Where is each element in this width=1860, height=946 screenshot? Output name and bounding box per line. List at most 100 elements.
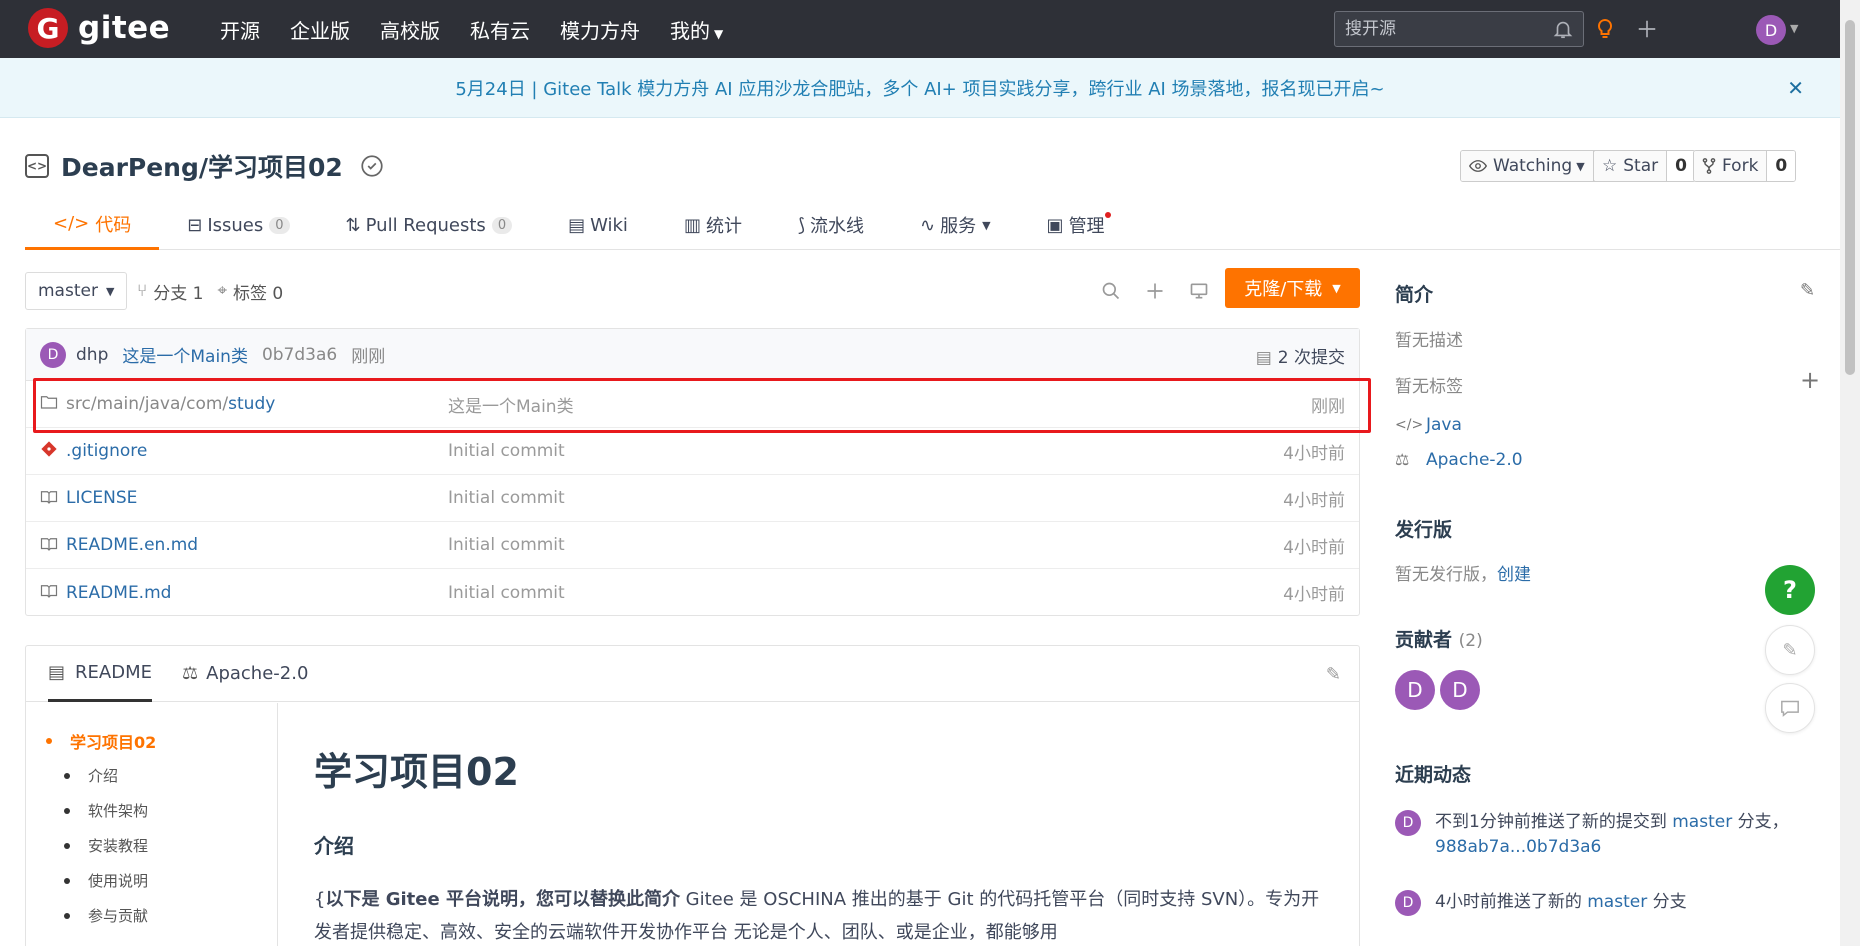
tab-manage[interactable]: ▣ 管理: [1019, 200, 1133, 250]
commit-count[interactable]: ▤ 2 次提交: [1256, 343, 1345, 368]
plus-icon[interactable]: [1632, 14, 1662, 44]
path-last[interactable]: study: [228, 394, 275, 414]
file-name[interactable]: src/main/java/com/study: [66, 394, 275, 414]
add-tag-icon[interactable]: +: [1800, 366, 1820, 394]
tab-pull-requests[interactable]: ⇅ Pull Requests 0: [318, 200, 541, 250]
tab-pipeline[interactable]: ⟆ 流水线: [770, 200, 892, 250]
tab-count: 0: [269, 216, 290, 234]
banner-text[interactable]: 5月24日 | Gitee Talk 模力方舟 AI 应用沙龙合肥站，多个 AI…: [455, 75, 1384, 101]
file-row[interactable]: src/main/java/com/study 这是一个Main类 刚刚: [26, 381, 1359, 428]
file-commit-message[interactable]: 这是一个Main类: [448, 392, 574, 417]
branch-link[interactable]: master: [1672, 812, 1732, 832]
branch-count[interactable]: 分支 1: [153, 279, 203, 304]
toc-item[interactable]: 学习项目02: [26, 723, 277, 758]
branch-link[interactable]: master: [1587, 892, 1647, 912]
tab-code[interactable]: </> 代码: [25, 200, 160, 250]
feedback-icon[interactable]: ✎: [1765, 625, 1815, 675]
star-control[interactable]: ☆ Star 0: [1593, 150, 1696, 182]
announcement-banner: 5月24日 | Gitee Talk 模力方舟 AI 应用沙龙合肥站，多个 AI…: [0, 58, 1840, 118]
no-description: 暂无描述: [1395, 331, 1463, 351]
bullet-icon: [64, 877, 70, 884]
repo-title[interactable]: DearPeng/学习项目02: [61, 148, 343, 184]
fork-count[interactable]: 0: [1766, 151, 1796, 181]
license-link[interactable]: Apache-2.0: [1426, 450, 1523, 470]
tab-wiki[interactable]: ▤ Wiki: [540, 200, 656, 250]
star-button[interactable]: ☆ Star: [1594, 151, 1667, 181]
file-commit-message[interactable]: Initial commit: [448, 488, 565, 508]
create-release-link[interactable]: 创建: [1497, 565, 1531, 585]
file-commit-message[interactable]: Initial commit: [448, 583, 565, 603]
nav-mine[interactable]: 我的 ▼: [670, 15, 723, 44]
file-name[interactable]: README.en.md: [66, 535, 198, 555]
book-icon: [40, 583, 60, 602]
file-row[interactable]: README.md Initial commit 4小时前: [26, 569, 1359, 616]
commit-author[interactable]: dhp: [76, 345, 108, 365]
edit-icon[interactable]: ✎: [1800, 280, 1815, 301]
tab-readme[interactable]: ▤ README: [48, 646, 152, 702]
star-count[interactable]: 0: [1666, 151, 1695, 181]
toc-item[interactable]: 参与贡献: [26, 898, 277, 933]
issues-icon: ⊟: [187, 214, 203, 236]
edit-icon[interactable]: ✎: [1326, 664, 1341, 685]
nav-private-cloud[interactable]: 私有云: [470, 15, 530, 44]
commit-sha[interactable]: 0b7d3a6: [262, 345, 337, 365]
chat-icon[interactable]: [1765, 683, 1815, 733]
contributors-label: 贡献者: [1395, 629, 1453, 651]
user-avatar[interactable]: D: [1756, 15, 1786, 45]
activity-text: 不到1分钟前推送了新的提交到 master 分支， 988ab7a...0b7d3…: [1435, 810, 1835, 860]
tab-stats[interactable]: ▥ 统计: [656, 200, 770, 250]
close-icon[interactable]: ✕: [1787, 76, 1804, 100]
readme-panel: ▤ README ⚖ Apache-2.0 ✎ 学习项目02 介绍 软件架构 安…: [25, 645, 1360, 946]
fork-control[interactable]: Fork 0: [1693, 150, 1797, 182]
file-commit-message[interactable]: Initial commit: [448, 535, 565, 555]
search-icon[interactable]: [1098, 278, 1124, 304]
toc-item[interactable]: 使用说明: [26, 863, 277, 898]
gitee-logo[interactable]: G gitee: [28, 8, 170, 48]
commit-message[interactable]: 这是一个Main类: [122, 342, 248, 367]
toc-item[interactable]: 安装教程: [26, 828, 277, 863]
tab-license[interactable]: ⚖ Apache-2.0: [182, 646, 308, 702]
author-avatar[interactable]: D: [40, 341, 66, 368]
toc-item[interactable]: 介绍: [26, 758, 277, 793]
desktop-icon[interactable]: [1186, 278, 1212, 304]
language-link[interactable]: Java: [1426, 415, 1462, 435]
lightbulb-icon[interactable]: [1590, 14, 1620, 44]
branch-select[interactable]: master ▼: [25, 272, 128, 310]
nav-open-source[interactable]: 开源: [220, 15, 260, 44]
no-release: 暂无发行版，创建: [1395, 560, 1531, 585]
nav-moli[interactable]: 模力方舟: [560, 15, 640, 44]
tab-issues[interactable]: ⊟ Issues 0: [159, 200, 317, 250]
nav-enterprise[interactable]: 企业版: [290, 15, 350, 44]
activity-avatar[interactable]: D: [1395, 890, 1421, 916]
bell-icon[interactable]: [1548, 14, 1578, 44]
file-row[interactable]: .gitignore Initial commit 4小时前: [26, 428, 1359, 475]
help-button[interactable]: ?: [1765, 565, 1815, 615]
file-name[interactable]: LICENSE: [66, 488, 137, 508]
file-time: 4小时前: [1283, 490, 1345, 511]
file-row[interactable]: README.en.md Initial commit 4小时前: [26, 522, 1359, 569]
no-tags: 暂无标签: [1395, 377, 1463, 397]
page-scrollbar[interactable]: [1840, 0, 1860, 946]
file-commit-message[interactable]: Initial commit: [448, 441, 565, 461]
contributor-avatar[interactable]: D: [1395, 670, 1435, 710]
nav-education[interactable]: 高校版: [380, 15, 440, 44]
commit-range-link[interactable]: 988ab7a...0b7d3a6: [1435, 837, 1601, 857]
activity-avatar[interactable]: D: [1395, 810, 1421, 836]
add-file-icon[interactable]: [1142, 278, 1168, 304]
search-input[interactable]: [1334, 11, 1584, 47]
tag-count[interactable]: 标签 0: [233, 279, 283, 304]
file-name[interactable]: README.md: [66, 583, 171, 603]
tab-services[interactable]: ∿ 服务 ▼: [892, 200, 1019, 250]
fork-button[interactable]: Fork: [1694, 151, 1767, 181]
path-prefix[interactable]: src/main/java/com/: [66, 394, 228, 414]
file-name[interactable]: .gitignore: [66, 441, 147, 461]
contributors-count: (2): [1458, 631, 1483, 651]
avatar-caret-icon[interactable]: ▼: [1790, 22, 1798, 35]
scrollbar-thumb[interactable]: [1845, 20, 1855, 375]
toc-item[interactable]: 软件架构: [26, 793, 277, 828]
file-row[interactable]: LICENSE Initial commit 4小时前: [26, 475, 1359, 522]
contributor-avatar[interactable]: D: [1440, 670, 1480, 710]
clone-download-button[interactable]: 克隆/下载 ▼: [1225, 268, 1360, 308]
watch-button[interactable]: Watching ▼: [1461, 151, 1593, 181]
badge-icon[interactable]: [359, 153, 385, 179]
